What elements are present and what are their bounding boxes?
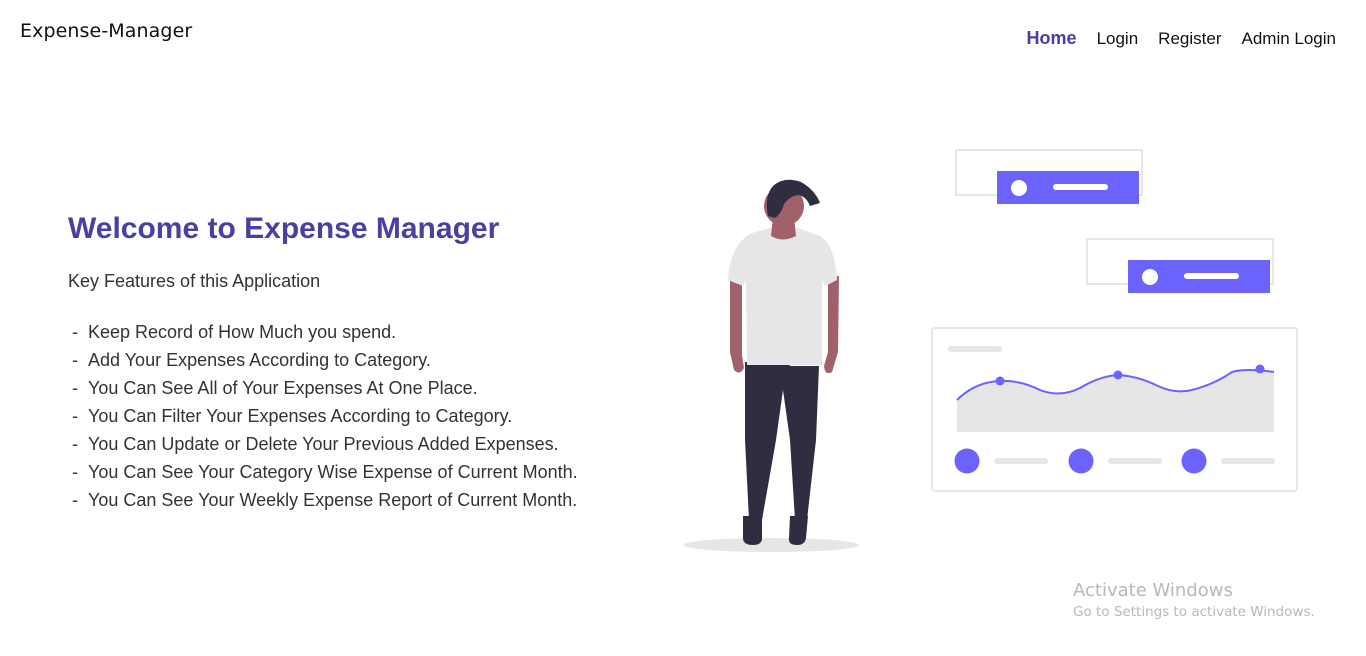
nav-admin-login-link[interactable]: Admin Login <box>1241 29 1336 49</box>
hero-illustration <box>683 149 1298 552</box>
feature-item: - You Can See Your Weekly Expense Report … <box>72 490 578 510</box>
feature-item: - Keep Record of How Much you spend. <box>72 322 397 342</box>
page: Expense-Manager Home Login Register Admi… <box>0 0 1366 656</box>
activate-windows-watermark: Activate Windows Go to Settings to activ… <box>1073 580 1315 620</box>
features-subtitle: Key Features of this Application <box>68 271 321 291</box>
notification-card-2 <box>1086 238 1274 293</box>
feature-item: - You Can See Your Category Wise Expense … <box>72 462 578 482</box>
nav-home-link[interactable]: Home <box>1027 28 1077 49</box>
nav-register-link[interactable]: Register <box>1158 29 1221 49</box>
notification-card-1 <box>955 149 1143 204</box>
brand-logo[interactable]: Expense-Manager <box>20 20 192 42</box>
feature-item: - You Can See All of Your Expenses At One… <box>72 378 478 398</box>
features-list: - Keep Record of How Much you spend. - Add… <box>68 318 668 514</box>
page-title: Welcome to Expense Manager <box>68 212 500 245</box>
feature-item: - You Can Filter Your Expenses According … <box>72 406 513 426</box>
hero-section: Welcome to Expense Manager Key Features … <box>68 212 668 514</box>
feature-item: - You Can Update or Delete Your Previous … <box>72 434 559 454</box>
feature-item: - Add Your Expenses According to Category… <box>72 350 431 370</box>
watermark-subtitle: Go to Settings to activate Windows. <box>1073 604 1315 620</box>
watermark-title: Activate Windows <box>1073 580 1233 601</box>
top-nav: Home Login Register Admin Login <box>1027 28 1336 49</box>
chart-panel <box>931 327 1298 492</box>
person-shadow <box>683 538 859 552</box>
person-figure <box>728 179 839 545</box>
nav-login-link[interactable]: Login <box>1097 29 1139 49</box>
